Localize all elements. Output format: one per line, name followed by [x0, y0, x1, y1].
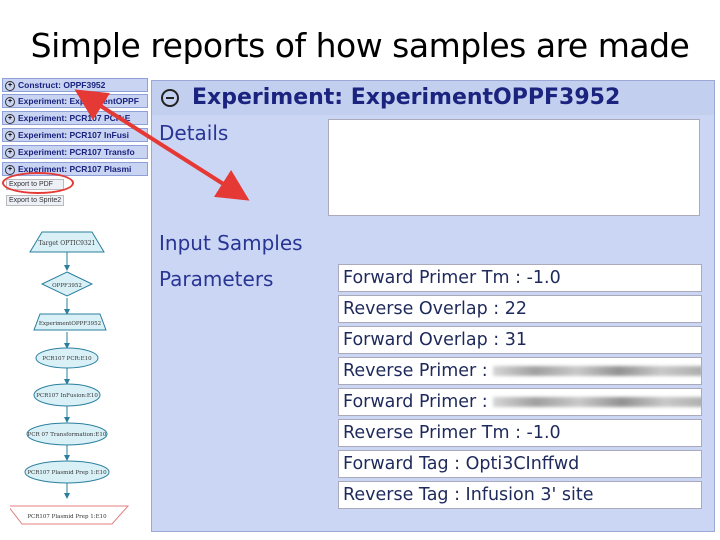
expand-icon[interactable]: +: [5, 130, 15, 141]
tree-item-experiment[interactable]: + Experiment: ExperimentOPPF: [2, 94, 148, 108]
param-text: Reverse Primer :: [343, 361, 488, 381]
redacted-value: [493, 397, 701, 407]
input-samples-label: Input Samples: [159, 231, 303, 255]
tree-item-label: Experiment: PCR107 PCR:E: [18, 113, 131, 123]
redacted-value: [493, 366, 701, 376]
flow-node-label: PCR107 InFusion:E10: [36, 393, 98, 399]
details-label: Details: [159, 121, 229, 145]
expand-icon[interactable]: +: [5, 113, 15, 124]
parameters-label: Parameters: [159, 267, 274, 291]
param-reverse-overlap: Reverse Overlap : 22: [338, 295, 702, 323]
experiment-title: Experiment: ExperimentOPPF3952: [192, 85, 621, 110]
collapse-icon[interactable]: [161, 89, 179, 107]
tree-item-label: Experiment: PCR107 InFusi: [18, 130, 130, 140]
tree-item-label: Experiment: ExperimentOPPF: [18, 96, 139, 106]
flow-node-label: PCR107 PCR:E10: [42, 356, 92, 362]
flow-node-target: Target OPTIC9321: [29, 231, 105, 253]
param-forward-primer: Forward Primer :: [338, 388, 702, 416]
param-forward-overlap: Forward Overlap : 31: [338, 326, 702, 354]
param-text: Reverse Primer Tm : -1.0: [343, 423, 561, 443]
tree-item-infusion[interactable]: + Experiment: PCR107 InFusi: [2, 128, 148, 142]
expand-icon[interactable]: +: [5, 80, 15, 91]
flow-node-plasmid-prep: PCR107 Plasmid Prep 1:E10: [24, 460, 110, 484]
param-text: Forward Tag : Opti3CInffwd: [343, 454, 580, 474]
param-reverse-tag: Reverse Tag : Infusion 3' site: [338, 481, 702, 509]
flow-node-label: PCR 07 Transformation:E10: [28, 432, 107, 438]
param-forward-tag: Forward Tag : Opti3CInffwd: [338, 450, 702, 478]
param-text: Reverse Overlap : 22: [343, 299, 527, 319]
param-text: Reverse Tag : Infusion 3' site: [343, 485, 594, 505]
tree-item-label: Construct: OPPF3952: [18, 80, 106, 90]
param-reverse-primer: Reverse Primer :: [338, 357, 702, 385]
flow-node-label: Target OPTIC9321: [39, 240, 96, 247]
flow-node-label: PCR107 Plasmid Prep 1:E10: [27, 514, 107, 520]
param-reverse-primer-tm: Reverse Primer Tm : -1.0: [338, 419, 702, 447]
expand-icon[interactable]: +: [5, 147, 15, 158]
flow-node-plasmid-output: PCR107 Plasmid Prep 1:E10: [10, 505, 130, 525]
param-text: Forward Overlap : 31: [343, 330, 528, 350]
export-sprite-button[interactable]: Export to Sprite2: [6, 195, 64, 206]
tree-item-construct[interactable]: + Construct: OPPF3952: [2, 78, 148, 92]
param-text: Forward Primer Tm : -1.0: [343, 268, 561, 288]
flow-node-label: OPPF3952: [52, 283, 82, 289]
expand-icon[interactable]: +: [5, 164, 15, 175]
tree-item-label: Experiment: PCR107 Transfo: [18, 147, 135, 157]
tree-item-pcr[interactable]: + Experiment: PCR107 PCR:E: [2, 111, 148, 125]
slide-title: Simple reports of how samples are made: [30, 26, 690, 65]
param-text: Forward Primer :: [343, 392, 488, 412]
panel-header: Experiment: ExperimentOPPF3952: [152, 81, 714, 115]
highlight-ellipse: [2, 172, 74, 194]
param-forward-primer-tm: Forward Primer Tm : -1.0: [338, 264, 702, 292]
flow-node-transformation: PCR 07 Transformation:E10: [26, 422, 108, 446]
tree-item-transformation[interactable]: + Experiment: PCR107 Transfo: [2, 145, 148, 159]
flow-node-construct: OPPF3952: [40, 271, 94, 297]
flow-node-label: ExperimentOPPF3952: [39, 321, 101, 327]
expand-icon[interactable]: +: [5, 96, 15, 107]
flow-node-experiment: ExperimentOPPF3952: [33, 313, 107, 331]
flow-node-label: PCR107 Plasmid Prep 1:E10: [27, 470, 107, 476]
experiment-panel: Experiment: ExperimentOPPF3952 Details I…: [151, 80, 715, 532]
flow-node-infusion: PCR107 InFusion:E10: [33, 383, 101, 407]
sample-flowchart: Target OPTIC9321 OPPF3952 ExperimentOPPF…: [10, 231, 130, 525]
flow-node-pcr: PCR107 PCR:E10: [35, 347, 99, 369]
details-box: [328, 119, 700, 216]
